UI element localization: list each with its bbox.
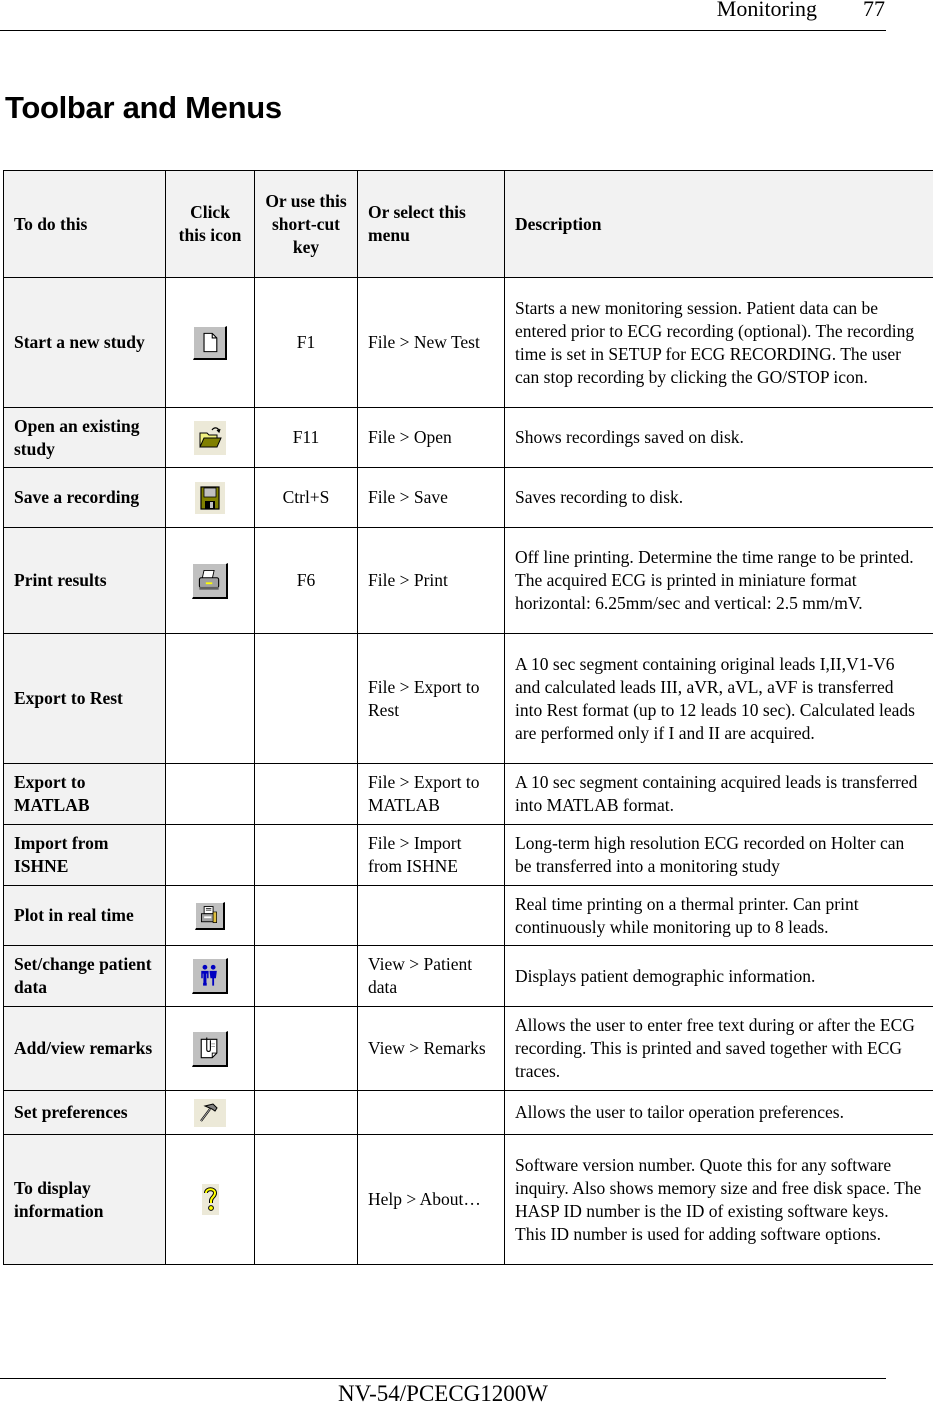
description-cell: Saves recording to disk.	[505, 468, 933, 528]
printer-icon	[192, 563, 228, 599]
table-row: Open an existing study F11 File > Open S…	[4, 408, 933, 468]
table-row: To display information Help > About… Sof…	[4, 1135, 933, 1265]
shortcut-cell: F6	[255, 528, 358, 634]
icon-cell	[166, 825, 255, 886]
new-file-icon	[193, 326, 227, 360]
shortcut-cell	[255, 634, 358, 764]
header-rule	[0, 30, 886, 31]
document-id-footer: NV-54/PCECG1200W	[0, 1381, 886, 1407]
icon-cell	[166, 634, 255, 764]
description-cell: A 10 sec segment containing acquired lea…	[505, 764, 933, 825]
task-cell: Set/change patient data	[4, 946, 166, 1007]
menu-cell: File > New Test	[358, 278, 505, 408]
menu-cell: Help > About…	[358, 1135, 505, 1265]
icon-cell	[166, 946, 255, 1007]
table-row: Set preferences Allows the user to tailo…	[4, 1091, 933, 1135]
table-row: Print results F6 File > Print Off line p…	[4, 528, 933, 634]
shortcut-cell	[255, 1007, 358, 1091]
column-header-description: Description	[505, 171, 933, 278]
task-cell: Start a new study	[4, 278, 166, 408]
description-cell: Software version number. Quote this for …	[505, 1135, 933, 1265]
description-cell: Starts a new monitoring session. Patient…	[505, 278, 933, 408]
footer-rule	[0, 1378, 886, 1379]
table-row: Save a recording Ctrl+S File > Save Save…	[4, 468, 933, 528]
page-number: 77	[863, 0, 885, 22]
page-title: Toolbar and Menus	[5, 90, 282, 126]
icon-cell	[166, 528, 255, 634]
shortcut-cell: F1	[255, 278, 358, 408]
running-header: Monitoring 77	[717, 0, 885, 22]
task-cell: Open an existing study	[4, 408, 166, 468]
icon-cell	[166, 764, 255, 825]
task-cell: To display information	[4, 1135, 166, 1265]
table-row: Add/view remarks View > Remarks Allows t…	[4, 1007, 933, 1091]
task-cell: Plot in real time	[4, 886, 166, 946]
menu-cell: File > Export to Rest	[358, 634, 505, 764]
shortcut-cell	[255, 946, 358, 1007]
table-header-row: To do this Click this icon Or use this s…	[4, 171, 933, 278]
task-cell: Print results	[4, 528, 166, 634]
remarks-clipboard-icon	[192, 1031, 228, 1067]
menu-cell: View > Remarks	[358, 1007, 505, 1091]
description-cell: Allows the user to enter free text durin…	[505, 1007, 933, 1091]
column-header-menu: Or select this menu	[358, 171, 505, 278]
icon-cell	[166, 278, 255, 408]
menu-cell: File > Open	[358, 408, 505, 468]
help-question-icon	[202, 1184, 219, 1215]
menu-cell: File > Import from ISHNE	[358, 825, 505, 886]
menu-cell: File > Export to MATLAB	[358, 764, 505, 825]
column-header-task: To do this	[4, 171, 166, 278]
hammer-icon	[194, 1099, 226, 1127]
icon-cell	[166, 1135, 255, 1265]
table-row: Export to MATLAB File > Export to MATLAB…	[4, 764, 933, 825]
icon-cell	[166, 1007, 255, 1091]
description-cell: Real time printing on a thermal printer.…	[505, 886, 933, 946]
menu-cell: View > Patient data	[358, 946, 505, 1007]
description-cell: Off line printing. Determine the time ra…	[505, 528, 933, 634]
shortcut-cell	[255, 825, 358, 886]
column-header-icon: Click this icon	[166, 171, 255, 278]
task-cell: Add/view remarks	[4, 1007, 166, 1091]
menu-cell: File > Save	[358, 468, 505, 528]
icon-cell	[166, 468, 255, 528]
shortcut-cell	[255, 886, 358, 946]
shortcut-cell: F11	[255, 408, 358, 468]
description-cell: Allows the user to tailor operation pref…	[505, 1091, 933, 1135]
description-cell: A 10 sec segment containing original lea…	[505, 634, 933, 764]
section-name: Monitoring	[717, 0, 817, 22]
menu-cell	[358, 1091, 505, 1135]
menu-cell: File > Print	[358, 528, 505, 634]
table-row: Import from ISHNE File > Import from ISH…	[4, 825, 933, 886]
task-cell: Export to Rest	[4, 634, 166, 764]
open-folder-icon	[194, 421, 226, 455]
task-cell: Import from ISHNE	[4, 825, 166, 886]
shortcut-cell	[255, 1091, 358, 1135]
toolbar-menus-table: To do this Click this icon Or use this s…	[3, 170, 933, 1265]
table-row: Export to Rest File > Export to Rest A 1…	[4, 634, 933, 764]
icon-cell	[166, 408, 255, 468]
description-cell: Shows recordings saved on disk.	[505, 408, 933, 468]
menu-cell	[358, 886, 505, 946]
task-cell: Set preferences	[4, 1091, 166, 1135]
floppy-disk-icon	[195, 482, 225, 514]
thermal-printer-icon	[195, 902, 225, 930]
task-cell: Save a recording	[4, 468, 166, 528]
table-row: Plot in real time Real time printing on …	[4, 886, 933, 946]
table-row: Set/change patient data View > Patient d…	[4, 946, 933, 1007]
description-cell: Long-term high resolution ECG recorded o…	[505, 825, 933, 886]
shortcut-cell	[255, 764, 358, 825]
table-row: Start a new study F1 File > New Test Sta…	[4, 278, 933, 408]
shortcut-cell	[255, 1135, 358, 1265]
icon-cell	[166, 1091, 255, 1135]
task-cell: Export to MATLAB	[4, 764, 166, 825]
shortcut-cell: Ctrl+S	[255, 468, 358, 528]
description-cell: Displays patient demographic information…	[505, 946, 933, 1007]
column-header-shortcut: Or use this short-cut key	[255, 171, 358, 278]
icon-cell	[166, 886, 255, 946]
patients-icon	[192, 958, 228, 994]
